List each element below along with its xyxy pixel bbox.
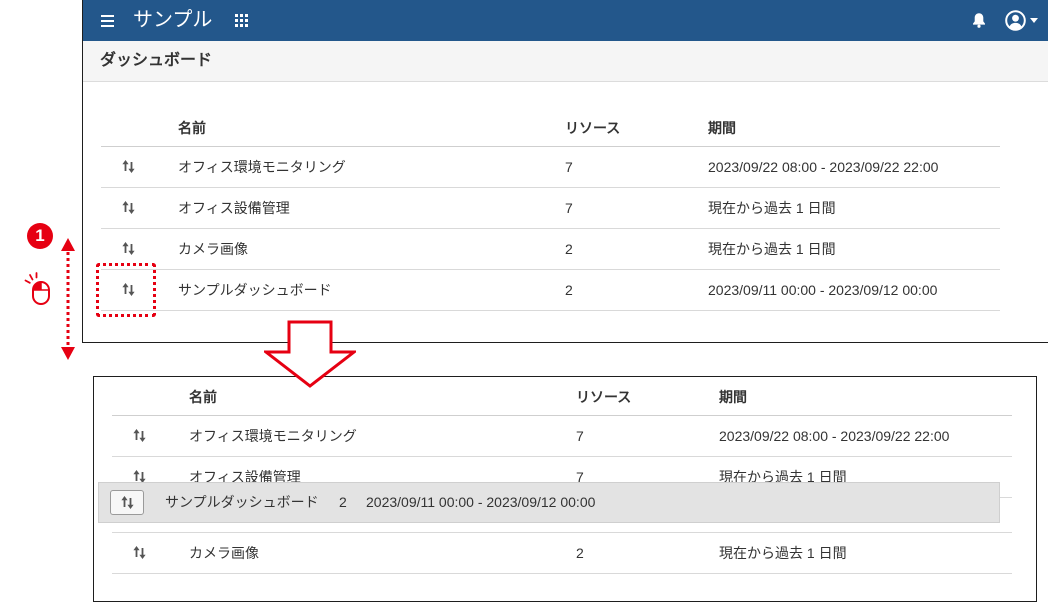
header-icon-cell (112, 379, 189, 415)
period-text: 現在から過去 1 日間 (719, 545, 847, 561)
resource-count: 2 (565, 282, 573, 298)
period-text: 2023/09/22 08:00 - 2023/09/22 22:00 (719, 428, 950, 444)
dashboard-name-link[interactable]: カメラ画像 (189, 543, 576, 563)
column-header-name: 名前 (178, 120, 206, 136)
sort-arrows-icon[interactable] (122, 160, 135, 173)
dashboard-name-link[interactable]: サンプルダッシュボード (178, 280, 565, 300)
period-text: 2023/09/22 08:00 - 2023/09/22 22:00 (708, 159, 939, 175)
dragging-row-name: サンプルダッシュボード (165, 494, 319, 510)
drag-handle-highlight (96, 263, 156, 317)
resource-count: 7 (565, 159, 573, 175)
table-row: オフィス環境モニタリング 7 2023/09/22 08:00 - 2023/0… (112, 416, 1012, 457)
dashboard-name-link[interactable]: カメラ画像 (178, 239, 565, 259)
handle-cell (112, 416, 189, 456)
dragging-row-period: 2023/09/11 00:00 - 2023/09/12 00:00 (366, 494, 596, 510)
table-row: サンプルダッシュボード 2 2023/09/11 00:00 - 2023/09… (101, 270, 1000, 311)
sort-arrows-icon[interactable] (133, 546, 146, 559)
dragging-row-resources: 2 (339, 494, 347, 510)
table-header: 名前 リソース 期間 (112, 379, 1012, 416)
period-text: 現在から過去 1 日間 (708, 200, 836, 216)
handle-cell (101, 147, 178, 187)
handle-cell (101, 188, 178, 228)
table-header: 名前 リソース 期間 (101, 110, 1000, 147)
bell-icon[interactable] (972, 12, 986, 28)
dashboard-table: 名前 リソース 期間 オフィス環境モニタリング 7 2023/09/22 08:… (101, 110, 1000, 311)
sort-arrows-icon[interactable] (110, 490, 144, 515)
page-title: ダッシュボード (100, 52, 213, 69)
column-header-resources: リソース (576, 389, 632, 405)
app-header: サンプル (83, 0, 1048, 41)
header-icon-cell (101, 110, 178, 146)
down-arrow-icon (264, 320, 356, 390)
page-header: ダッシュボード (83, 41, 1048, 82)
grid-icon[interactable] (235, 14, 248, 27)
step-number-badge: 1 (27, 223, 53, 249)
period-text: 2023/09/11 00:00 - 2023/09/12 00:00 (708, 282, 938, 298)
period-text: 現在から過去 1 日間 (708, 241, 836, 257)
dashboard-name-link[interactable]: オフィス設備管理 (178, 198, 565, 218)
caret-down-icon[interactable] (1030, 18, 1038, 23)
handle-cell (112, 533, 189, 573)
dragging-row[interactable]: サンプルダッシュボード 2 2023/09/11 00:00 - 2023/09… (99, 483, 999, 522)
bottom-window: 名前 リソース 期間 オフィス環境モニタリング 7 2023/09/22 08:… (93, 376, 1037, 602)
app-title[interactable]: サンプル (133, 0, 212, 41)
column-header-name: 名前 (189, 389, 217, 405)
mouse-click-icon (24, 272, 54, 306)
top-window: サンプル ダッシュボード 名前 リソース 期間 オフィス環境モニタリング 7 2… (82, 0, 1048, 343)
vertical-double-arrow-icon (60, 238, 76, 360)
table-row: カメラ画像 2 現在から過去 1 日間 (101, 229, 1000, 270)
table-row: オフィス環境モニタリング 7 2023/09/22 08:00 - 2023/0… (101, 147, 1000, 188)
column-header-period: 期間 (708, 120, 736, 136)
resource-count: 2 (576, 545, 584, 561)
sort-arrows-icon[interactable] (133, 470, 146, 483)
dashboard-name-link[interactable]: オフィス環境モニタリング (178, 157, 565, 177)
dashboard-name-link[interactable]: オフィス環境モニタリング (189, 426, 576, 446)
resource-count: 7 (576, 428, 584, 444)
table-row: オフィス設備管理 7 現在から過去 1 日間 (101, 188, 1000, 229)
dashboard-table: 名前 リソース 期間 オフィス環境モニタリング 7 2023/09/22 08:… (112, 379, 1012, 574)
resource-count: 7 (565, 200, 573, 216)
hamburger-icon[interactable] (101, 15, 114, 27)
sort-arrows-icon[interactable] (122, 201, 135, 214)
column-header-resources: リソース (565, 120, 621, 136)
column-header-period: 期間 (719, 389, 747, 405)
table-row: カメラ画像 2 現在から過去 1 日間 (112, 533, 1012, 574)
sort-arrows-icon[interactable] (122, 242, 135, 255)
resource-count: 2 (565, 241, 573, 257)
sort-arrows-icon[interactable] (133, 429, 146, 442)
user-circle-icon[interactable] (1005, 10, 1026, 31)
